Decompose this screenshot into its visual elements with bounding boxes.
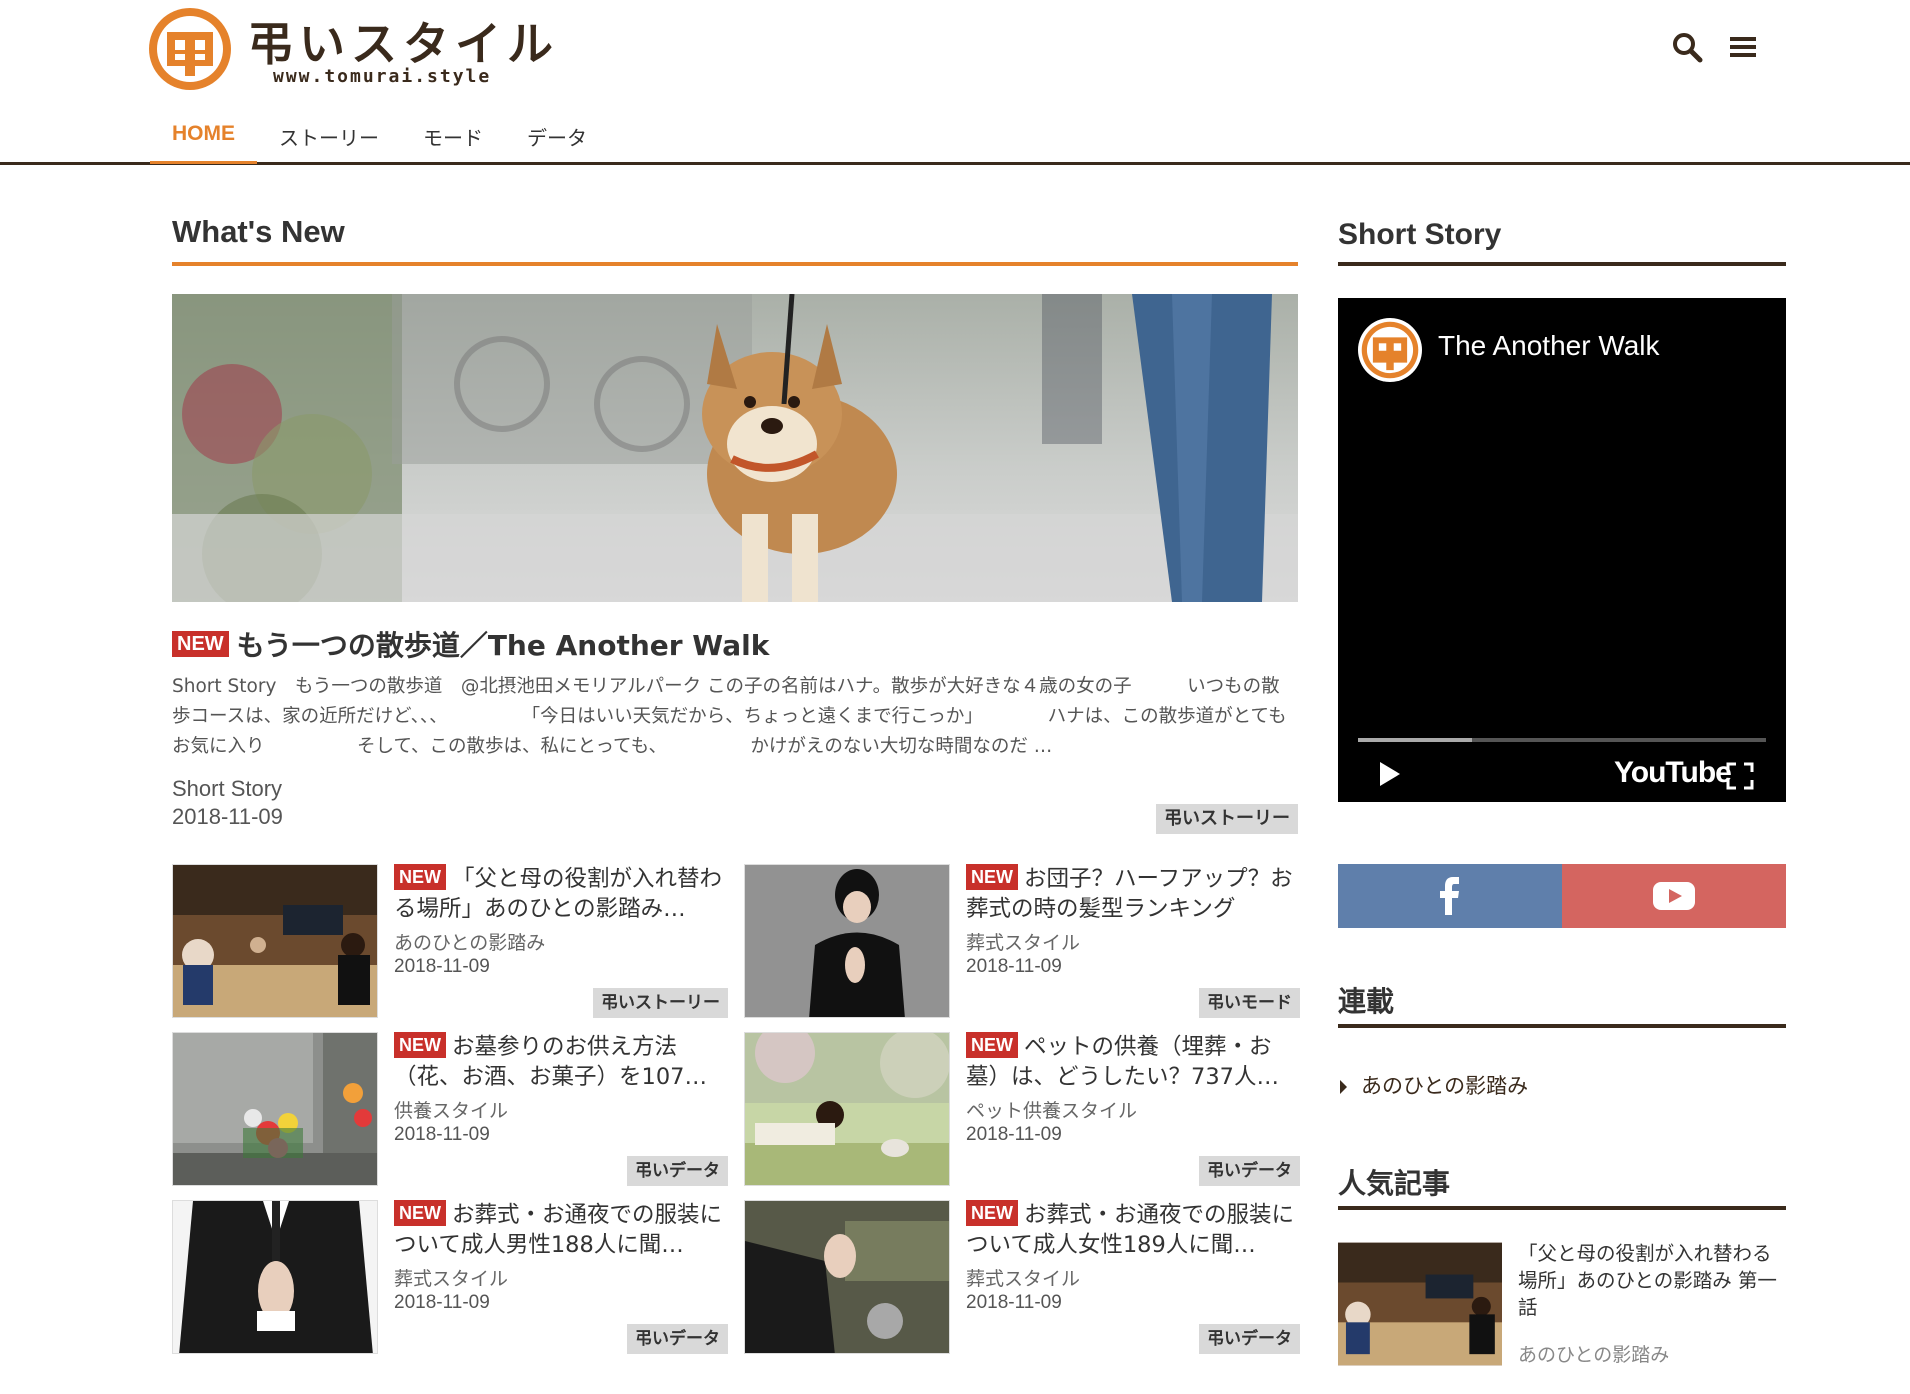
site-logo[interactable]: 弔いスタイル www.tomurai.style (147, 6, 553, 92)
article-card[interactable]: NEW お団子？ハーフアップ？お葬式の時の髪型ランキング 葬式スタイル 2018-… (744, 864, 1300, 1024)
hero-category: Short Story (172, 776, 283, 801)
short-story-divider (1338, 262, 1786, 266)
menu-icon[interactable] (1726, 30, 1760, 64)
series-link[interactable]: あのひとの影踏み (1340, 1070, 1528, 1100)
card-date: 2018-11-09 (394, 956, 490, 977)
short-story-title: Short Story (1338, 218, 1502, 251)
video-progress-fill (1358, 738, 1473, 742)
card-category: 葬式スタイル (394, 1268, 509, 1290)
thumb-restaurant (173, 865, 377, 1017)
fullscreen-icon[interactable] (1726, 762, 1754, 790)
new-badge: NEW (394, 1032, 446, 1058)
card-tag[interactable]: 弔いデータ (1199, 1324, 1300, 1354)
card-title[interactable]: NEW お葬式・お通夜での服装について成人男性188人に聞… (394, 1200, 728, 1260)
popular-category: あのひとの影踏み (1518, 1344, 1670, 1366)
logo-mark-icon (149, 8, 231, 90)
logo-text: 弔いスタイル (247, 17, 559, 71)
new-badge: NEW (394, 864, 446, 890)
nav-story[interactable]: ストーリー (257, 100, 401, 164)
hero-date: 2018-11-09 (172, 804, 283, 829)
hero-photo-dog (172, 294, 1298, 602)
card-category: 葬式スタイル (966, 932, 1081, 954)
card-category: ペット供養スタイル (966, 1100, 1138, 1122)
main-nav: HOME ストーリー モード データ (150, 100, 609, 164)
card-date: 2018-11-09 (394, 1124, 490, 1145)
card-thumbnail[interactable] (744, 1200, 950, 1354)
card-title[interactable]: NEW お墓参りのお供え方法（花、お酒、お菓子）を107… (394, 1032, 728, 1092)
new-badge: NEW (966, 1200, 1018, 1226)
popular-title-link[interactable]: 「父と母の役割が入れ替わる場所」あのひとの影踏み 第一話 (1518, 1240, 1788, 1321)
card-date: 2018-11-09 (966, 956, 1062, 977)
new-badge: NEW (394, 1200, 446, 1226)
hero-tag[interactable]: 弔いストーリー (1156, 804, 1298, 834)
new-badge: NEW (172, 631, 229, 657)
hero-title-text: もう一つの散歩道／The Another Walk (236, 629, 770, 662)
whats-new-title: What's New (172, 214, 345, 249)
card-thumbnail[interactable] (172, 1200, 378, 1354)
card-date: 2018-11-09 (966, 1124, 1062, 1145)
site-header: 弔いスタイル www.tomurai.style HOME ストーリー モード … (0, 0, 1910, 165)
card-title[interactable]: NEW 「父と母の役割が入れ替わる場所」あのひとの影踏み… (394, 864, 728, 924)
thumb-restaurant (1338, 1242, 1502, 1366)
video-progress-bar[interactable] (1358, 738, 1766, 742)
logo-url: www.tomurai.style (273, 66, 492, 87)
search-icon[interactable] (1670, 30, 1704, 64)
nav-data[interactable]: データ (505, 100, 609, 164)
youtube-video-player[interactable]: The Another Walk YouTube (1338, 298, 1786, 802)
whats-new-divider (172, 262, 1298, 266)
article-card[interactable]: NEW お葬式・お通夜での服装について成人女性189人に聞… 葬式スタイル 201… (744, 1200, 1300, 1360)
card-thumbnail[interactable] (172, 1032, 378, 1186)
nav-mode[interactable]: モード (401, 100, 505, 164)
card-title[interactable]: NEW お葬式・お通夜での服装について成人女性189人に聞… (966, 1200, 1300, 1260)
hero-image[interactable] (172, 294, 1298, 602)
card-thumbnail[interactable] (744, 864, 950, 1018)
thumb-man-suit (173, 1201, 377, 1353)
card-tag[interactable]: 弔いデータ (1199, 1156, 1300, 1186)
channel-logo-icon[interactable] (1358, 318, 1422, 382)
thumb-woman-with-cat (745, 1033, 949, 1185)
article-card[interactable]: NEW お墓参りのお供え方法（花、お酒、お菓子）を107… 供養スタイル 2018… (172, 1032, 728, 1192)
card-category: 供養スタイル (394, 1100, 509, 1122)
thumb-grave-flowers (173, 1033, 377, 1185)
card-date: 2018-11-09 (966, 1292, 1062, 1313)
popular-title: 人気記事 (1338, 1167, 1451, 1200)
article-card[interactable]: NEW 「父と母の役割が入れ替わる場所」あのひとの影踏み… あのひとの影踏み 20… (172, 864, 728, 1024)
card-tag[interactable]: 弔いストーリー (593, 988, 728, 1018)
card-tag[interactable]: 弔いモード (1199, 988, 1300, 1018)
facebook-icon (1440, 877, 1459, 915)
youtube-button[interactable] (1562, 864, 1786, 928)
card-tag[interactable]: 弔いデータ (627, 1156, 728, 1186)
youtube-icon (1653, 882, 1695, 910)
article-card[interactable]: NEW お葬式・お通夜での服装について成人男性188人に聞… 葬式スタイル 201… (172, 1200, 728, 1360)
card-title[interactable]: NEW ペットの供養（埋葬・お墓）は、どうしたい？737人… (966, 1032, 1300, 1092)
article-card[interactable]: NEW ペットの供養（埋葬・お墓）は、どうしたい？737人… ペット供養スタイル … (744, 1032, 1300, 1192)
series-divider (1338, 1024, 1786, 1028)
popular-divider (1338, 1206, 1786, 1210)
card-tag[interactable]: 弔いデータ (627, 1324, 728, 1354)
youtube-wordmark[interactable]: YouTube (1614, 756, 1732, 790)
card-title[interactable]: NEW お団子？ハーフアップ？お葬式の時の髪型ランキング (966, 864, 1300, 924)
series-title: 連載 (1338, 985, 1395, 1018)
thumb-praying-hands (745, 1201, 949, 1353)
video-title[interactable]: The Another Walk (1438, 330, 1660, 362)
thumb-woman-praying (745, 865, 949, 1017)
card-category: あのひとの影踏み (394, 932, 546, 954)
card-date: 2018-11-09 (394, 1292, 490, 1313)
new-badge: NEW (966, 1032, 1018, 1058)
facebook-button[interactable] (1338, 864, 1562, 928)
card-thumbnail[interactable] (172, 864, 378, 1018)
nav-home[interactable]: HOME (150, 100, 257, 164)
popular-thumbnail[interactable] (1338, 1242, 1502, 1366)
card-category: 葬式スタイル (966, 1268, 1081, 1290)
hero-excerpt: Short Story もう一つの散歩道 @北摂池田メモリアルパーク この子の名… (172, 676, 1287, 757)
new-badge: NEW (966, 864, 1018, 890)
play-icon[interactable] (1378, 760, 1402, 788)
card-thumbnail[interactable] (744, 1032, 950, 1186)
hero-title[interactable]: NEW もう一つの散歩道／The Another Walk (172, 624, 769, 664)
